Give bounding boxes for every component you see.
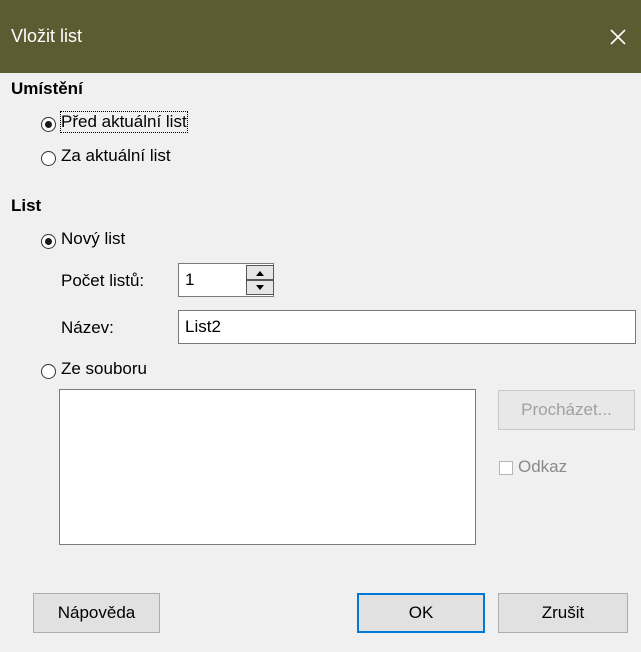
sheet-heading: List xyxy=(11,196,42,215)
from-file-radio[interactable] xyxy=(41,364,56,379)
cancel-button-label: Zrušit xyxy=(541,603,585,622)
file-sheets-list[interactable] xyxy=(59,389,476,545)
browse-button-label: Procházet... xyxy=(521,400,612,419)
new-sheet-radio[interactable] xyxy=(41,234,56,249)
after-current-sheet-label[interactable]: Za aktuální list xyxy=(61,146,171,166)
sheet-count-stepper[interactable] xyxy=(246,265,276,297)
browse-button[interactable]: Procházet... xyxy=(498,390,635,430)
sheet-count-value: 1 xyxy=(185,270,195,289)
ok-button[interactable]: OK xyxy=(357,593,485,633)
arrow-down-icon xyxy=(256,285,264,290)
decrement-button[interactable] xyxy=(246,280,274,295)
sheet-count-label: Počet listů: xyxy=(61,271,145,290)
new-sheet-label[interactable]: Nový list xyxy=(61,229,125,249)
link-label[interactable]: Odkaz xyxy=(518,457,567,477)
sheet-name-label: Název: xyxy=(61,318,114,337)
before-current-sheet-radio[interactable] xyxy=(41,117,56,132)
ok-button-label: OK xyxy=(408,603,434,622)
help-button[interactable]: Nápověda xyxy=(33,593,160,633)
sheet-name-field[interactable]: List2 xyxy=(178,310,636,344)
close-icon[interactable] xyxy=(606,25,630,49)
insert-sheet-dialog: Vložit list Umístění Před aktuální list … xyxy=(0,0,641,652)
link-checkbox[interactable] xyxy=(499,461,513,475)
from-file-label[interactable]: Ze souboru xyxy=(61,359,147,379)
dialog-title: Vložit list xyxy=(11,26,83,46)
increment-button[interactable] xyxy=(246,265,274,280)
cancel-button[interactable]: Zrušit xyxy=(498,593,628,633)
help-button-label: Nápověda xyxy=(57,603,136,622)
arrow-up-icon xyxy=(256,271,264,276)
after-current-sheet-radio[interactable] xyxy=(41,151,56,166)
placement-heading: Umístění xyxy=(11,79,83,98)
title-bar: Vložit list xyxy=(0,0,641,73)
sheet-name-value: List2 xyxy=(185,317,221,336)
before-current-sheet-label[interactable]: Před aktuální list xyxy=(60,111,188,133)
